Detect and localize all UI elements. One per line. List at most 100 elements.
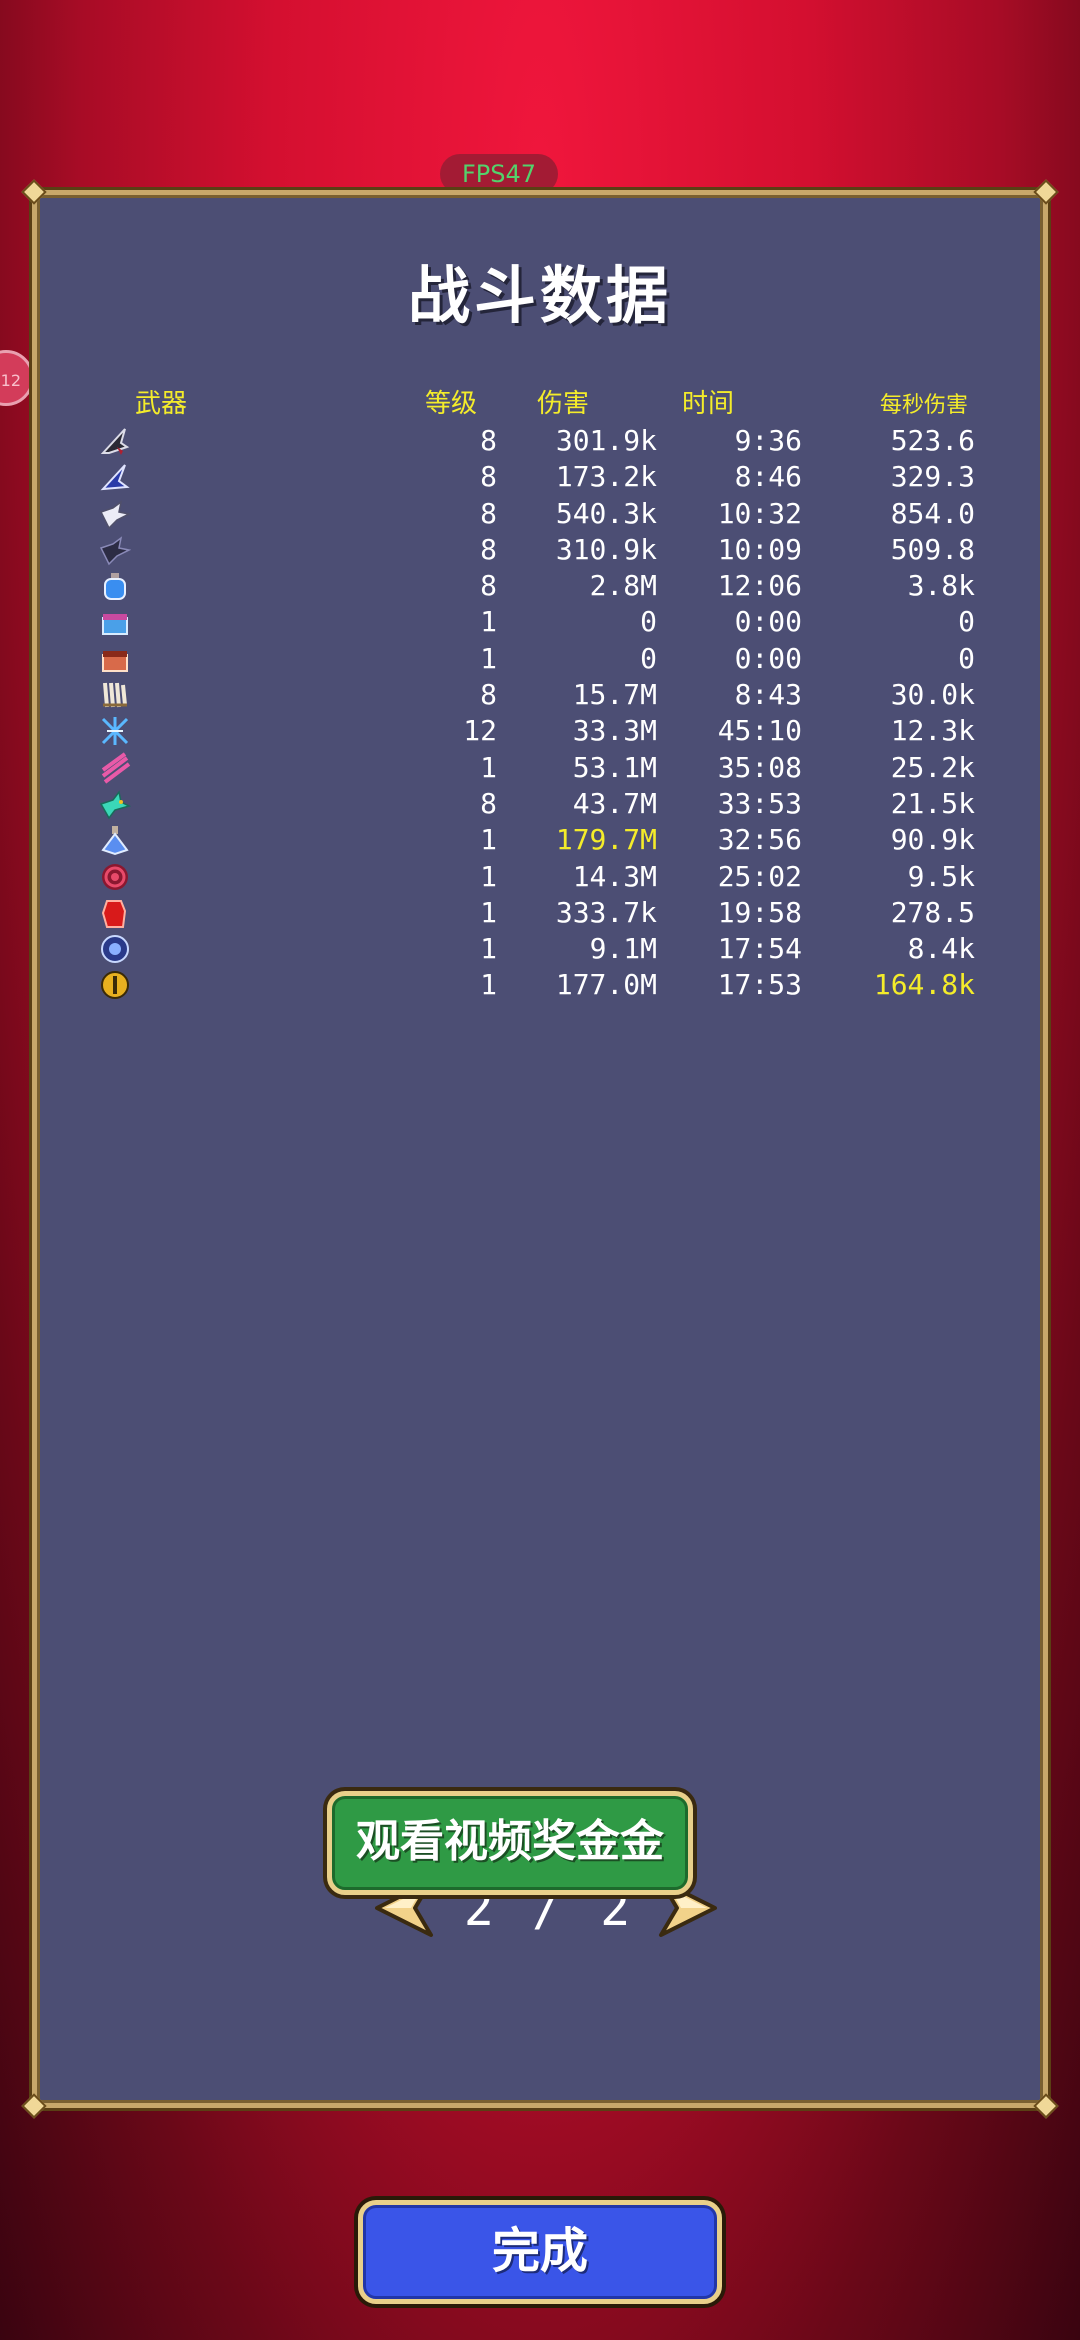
weapon-level: 8 — [480, 460, 497, 494]
blue-potion-icon — [99, 570, 131, 602]
weapon-dps: 30.0k — [890, 678, 975, 712]
weapon-damage: 301.9k — [555, 424, 657, 457]
frame-corner — [21, 179, 47, 205]
blue-chest-icon — [99, 606, 131, 638]
weapon-dps: 21.5k — [890, 786, 975, 820]
frame-corner — [21, 2093, 47, 2119]
gold-coin-icon — [99, 969, 131, 1001]
stats-panel: 战斗数据 武器 等级 伤害 时间 每秒伤害 8 301.9k 9:36 523.6 8 1… — [21, 179, 1059, 2119]
weapon-time: 9:36 — [734, 424, 802, 457]
weapon-level: 8 — [480, 786, 497, 820]
weapon-level: 1 — [480, 859, 497, 893]
weapon-level: 1 — [480, 932, 497, 966]
weapon-dps: 0 — [958, 605, 975, 639]
claw-icon — [99, 679, 131, 711]
blue-wing-icon — [99, 461, 131, 493]
weapon-dps: 523.6 — [890, 424, 975, 457]
panel-title: 战斗数据 — [407, 259, 672, 332]
weapon-dps: 8.4k — [907, 932, 975, 966]
done-button[interactable]: 完成 — [358, 2200, 722, 2304]
weapon-time: 12:06 — [717, 569, 802, 603]
weapon-row: 12 33.3M 45:10 12.3k — [37, 713, 1043, 749]
weapon-level: 8 — [480, 496, 497, 530]
weapon-damage: 43.7M — [572, 786, 657, 820]
weapon-time: 0:00 — [734, 641, 802, 675]
weapon-row: 1 177.0M 17:53 164.8k — [37, 967, 1043, 1003]
weapon-row: 1 179.7M 32:56 90.9k — [37, 822, 1043, 858]
weapon-row: 8 173.2k 8:46 329.3 — [37, 459, 1043, 495]
weapon-damage: 0 — [640, 641, 657, 675]
weapon-dps: 9.5k — [907, 859, 975, 893]
weapon-row: 8 43.7M 33:53 21.5k — [37, 786, 1043, 822]
header-level: 等级 — [425, 389, 478, 419]
red-glove-icon — [99, 897, 131, 929]
lightning-icon — [99, 715, 131, 747]
red-chest-icon — [99, 643, 131, 675]
weapon-level: 1 — [480, 605, 497, 639]
weapon-time: 32:56 — [717, 823, 802, 857]
weapon-time: 33:53 — [717, 786, 802, 820]
header-dps: 每秒伤害 — [880, 393, 969, 418]
weapon-damage: 9.1M — [589, 932, 657, 966]
weapon-time: 35:08 — [717, 750, 802, 784]
weapon-row: 8 15.7M 8:43 30.0k — [37, 677, 1043, 713]
weapon-damage: 0 — [640, 605, 657, 639]
weapon-row: 1 0 0:00 0 — [37, 641, 1043, 677]
weapon-damage: 15.7M — [572, 678, 657, 712]
weapon-level: 12 — [463, 714, 497, 748]
pink-slash-icon — [99, 752, 131, 784]
dark-bird-icon — [99, 534, 131, 566]
blue-orb-icon — [99, 933, 131, 965]
weapon-damage: 333.7k — [555, 895, 657, 929]
weapon-row: 8 301.9k 9:36 523.6 — [37, 423, 1043, 459]
weapon-damage: 540.3k — [555, 496, 657, 530]
weapon-damage: 179.7M — [555, 823, 657, 857]
weapon-row: 1 0 0:00 0 — [37, 604, 1043, 640]
stats-table: 8 301.9k 9:36 523.6 8 173.2k 8:46 329.3 8 540.3k 1… — [37, 423, 1043, 1004]
weapon-time: 19:58 — [717, 895, 802, 929]
white-bird-icon — [99, 498, 131, 530]
weapon-time: 17:54 — [717, 932, 802, 966]
weapon-dps: 90.9k — [890, 823, 975, 857]
weapon-damage: 53.1M — [572, 750, 657, 784]
weapon-time: 45:10 — [717, 714, 802, 748]
weapon-row: 1 53.1M 35:08 25.2k — [37, 750, 1043, 786]
weapon-dps: 12.3k — [890, 714, 975, 748]
weapon-damage: 14.3M — [572, 859, 657, 893]
header-damage: 伤害 — [537, 389, 590, 419]
weapon-row: 1 333.7k 19:58 278.5 — [37, 895, 1043, 931]
weapon-row: 1 9.1M 17:54 8.4k — [37, 931, 1043, 967]
red-spiral-icon — [99, 861, 131, 893]
weapon-time: 10:32 — [717, 496, 802, 530]
teal-bird-icon — [99, 788, 131, 820]
weapon-level: 1 — [480, 968, 497, 1002]
weapon-damage: 177.0M — [555, 968, 657, 1002]
weapon-time: 8:43 — [734, 678, 802, 712]
weapon-dps: 3.8k — [907, 569, 975, 603]
weapon-dps: 854.0 — [890, 496, 975, 530]
weapon-row: 8 310.9k 10:09 509.8 — [37, 532, 1043, 568]
weapon-dps: 0 — [958, 641, 975, 675]
weapon-time: 0:00 — [734, 605, 802, 639]
weapon-dps: 164.8k — [873, 968, 975, 1002]
weapon-level: 1 — [480, 641, 497, 675]
weapon-damage: 173.2k — [555, 460, 657, 494]
weapon-level: 1 — [480, 823, 497, 857]
weapon-row: 1 14.3M 25:02 9.5k — [37, 859, 1043, 895]
dark-wing-icon — [99, 425, 131, 457]
weapon-level: 8 — [480, 532, 497, 566]
weapon-level: 8 — [480, 569, 497, 603]
header-time: 时间 — [682, 389, 735, 419]
weapon-dps: 329.3 — [890, 460, 975, 494]
weapon-damage: 33.3M — [572, 714, 657, 748]
weapon-level: 8 — [480, 678, 497, 712]
frame-corner — [1033, 179, 1059, 205]
weapon-level: 8 — [480, 424, 497, 457]
weapon-dps: 25.2k — [890, 750, 975, 784]
side-badge[interactable]: 12 — [0, 350, 34, 406]
weapon-time: 10:09 — [717, 532, 802, 566]
weapon-level: 1 — [480, 750, 497, 784]
weapon-row: 8 2.8M 12:06 3.8k — [37, 568, 1043, 604]
watch-video-reward-button[interactable]: 观看视频奖金金 — [327, 1791, 693, 1895]
weapon-dps: 509.8 — [890, 532, 975, 566]
